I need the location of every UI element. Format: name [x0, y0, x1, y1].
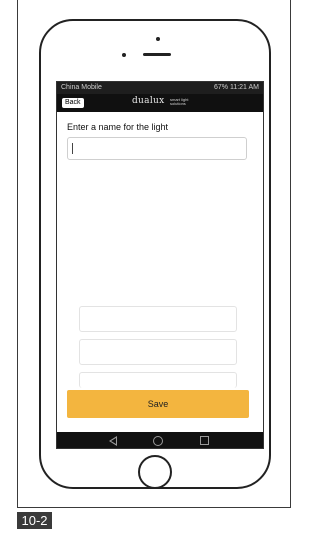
status-indicators: 67% 11:21 AM — [213, 84, 259, 91]
brand-logo: dualux — [132, 96, 165, 106]
light-name-input[interactable] — [67, 137, 247, 160]
faded-field-2 — [79, 339, 237, 365]
text-caret — [72, 143, 73, 154]
proximity-sensor — [122, 53, 126, 57]
save-button[interactable]: Save — [67, 390, 249, 418]
name-prompt: Enter a name for the light — [67, 122, 169, 132]
figure-label: 10-2 — [17, 512, 52, 529]
status-bar: China Mobile 67% 11:21 AM — [57, 82, 263, 94]
android-nav-bar — [57, 432, 263, 448]
carrier-label: China Mobile — [61, 84, 102, 91]
home-circle-icon[interactable] — [153, 436, 163, 446]
recent-apps-square-icon[interactable] — [200, 436, 209, 445]
app-header: Back dualux smart light solutions — [57, 94, 263, 112]
phone-screen: China Mobile 67% 11:21 AM Back dualux sm… — [56, 81, 264, 449]
front-camera — [156, 37, 160, 41]
earpiece-speaker — [143, 53, 171, 56]
faded-field-1 — [79, 306, 237, 332]
phone-home-button[interactable] — [138, 455, 172, 489]
back-triangle-icon-inner — [111, 438, 116, 444]
brand-tagline: smart light solutions — [170, 97, 189, 106]
faded-field-3 — [79, 372, 237, 388]
back-button[interactable]: Back — [62, 98, 84, 108]
